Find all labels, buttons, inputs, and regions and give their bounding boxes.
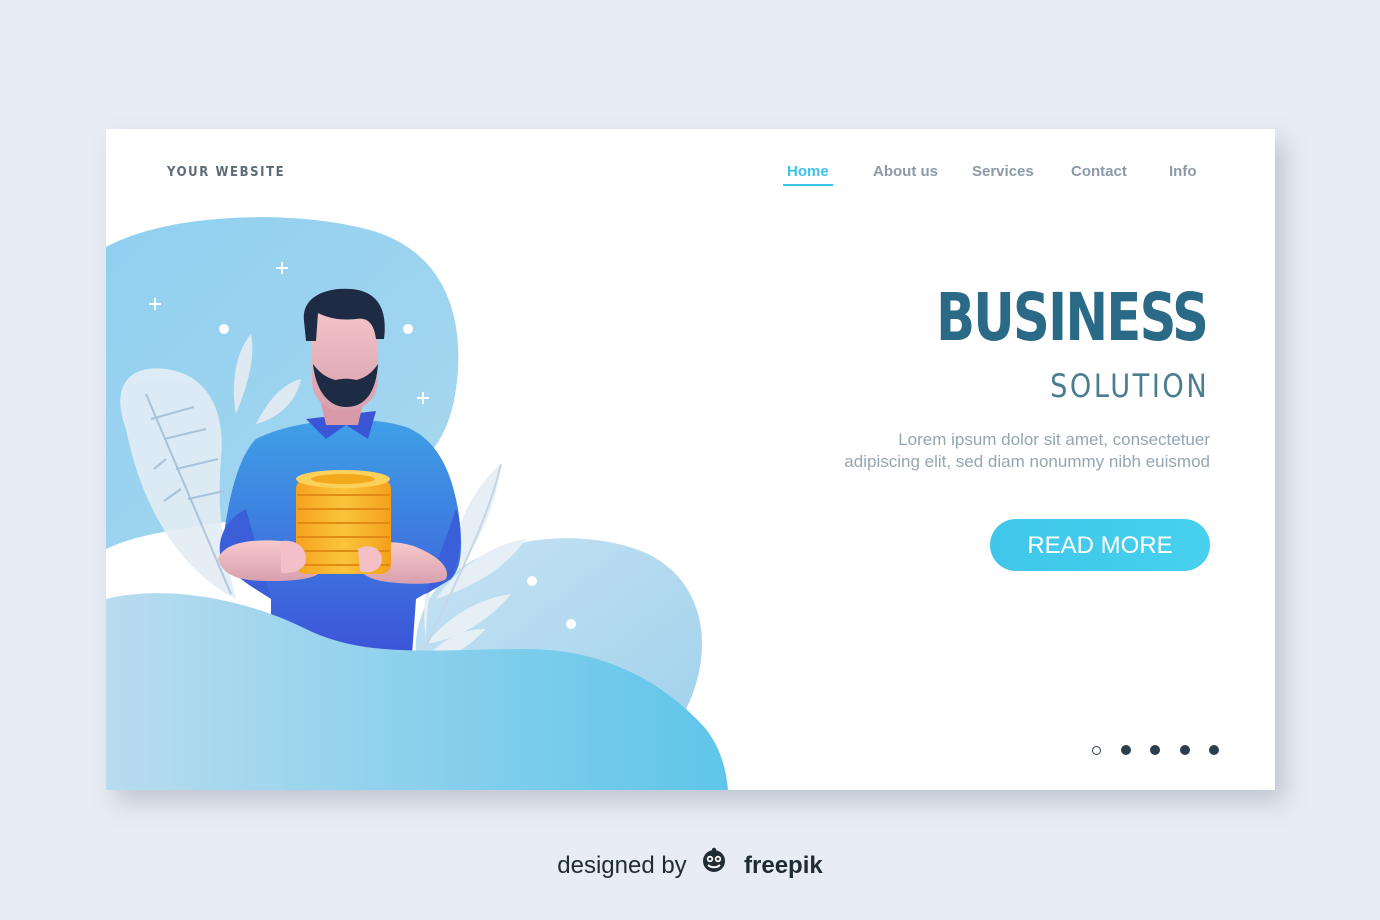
nav-contact[interactable]: Contact [1071,163,1127,180]
credit-brand[interactable]: freepik [744,852,823,879]
read-more-button[interactable]: READ MORE [990,519,1210,571]
nav-info[interactable]: Info [1169,163,1197,180]
pagination-dot-5[interactable] [1209,745,1219,755]
nav-services[interactable]: Services [972,163,1034,180]
freepik-logo-icon [699,847,729,880]
main-nav: Home About us Services Contact Info [106,163,1275,193]
landing-card: YOUR WEBSITE Home About us Services Cont… [106,129,1275,790]
pagination-dot-1[interactable] [1092,746,1101,755]
nav-active-underline [783,184,833,186]
pagination-dot-3[interactable] [1150,745,1160,755]
pagination-dot-4[interactable] [1180,745,1190,755]
nav-services-label: Services [972,163,1034,180]
nav-contact-label: Contact [1071,163,1127,180]
credit-prefix: designed by [557,851,687,879]
designer-credit: designed by freepik [0,847,1380,883]
nav-home-label: Home [787,163,829,180]
pagination-dot-2[interactable] [1121,745,1131,755]
nav-info-label: Info [1169,163,1197,180]
hero-title: BUSINESS [935,279,1209,356]
nav-about-us[interactable]: About us [873,163,938,180]
nav-home[interactable]: Home [783,163,833,186]
nav-about-us-label: About us [873,163,938,180]
hero-description: Lorem ipsum dolor sit amet, consectetuer… [844,430,1210,471]
hero-subtitle: SOLUTION [1049,367,1209,405]
